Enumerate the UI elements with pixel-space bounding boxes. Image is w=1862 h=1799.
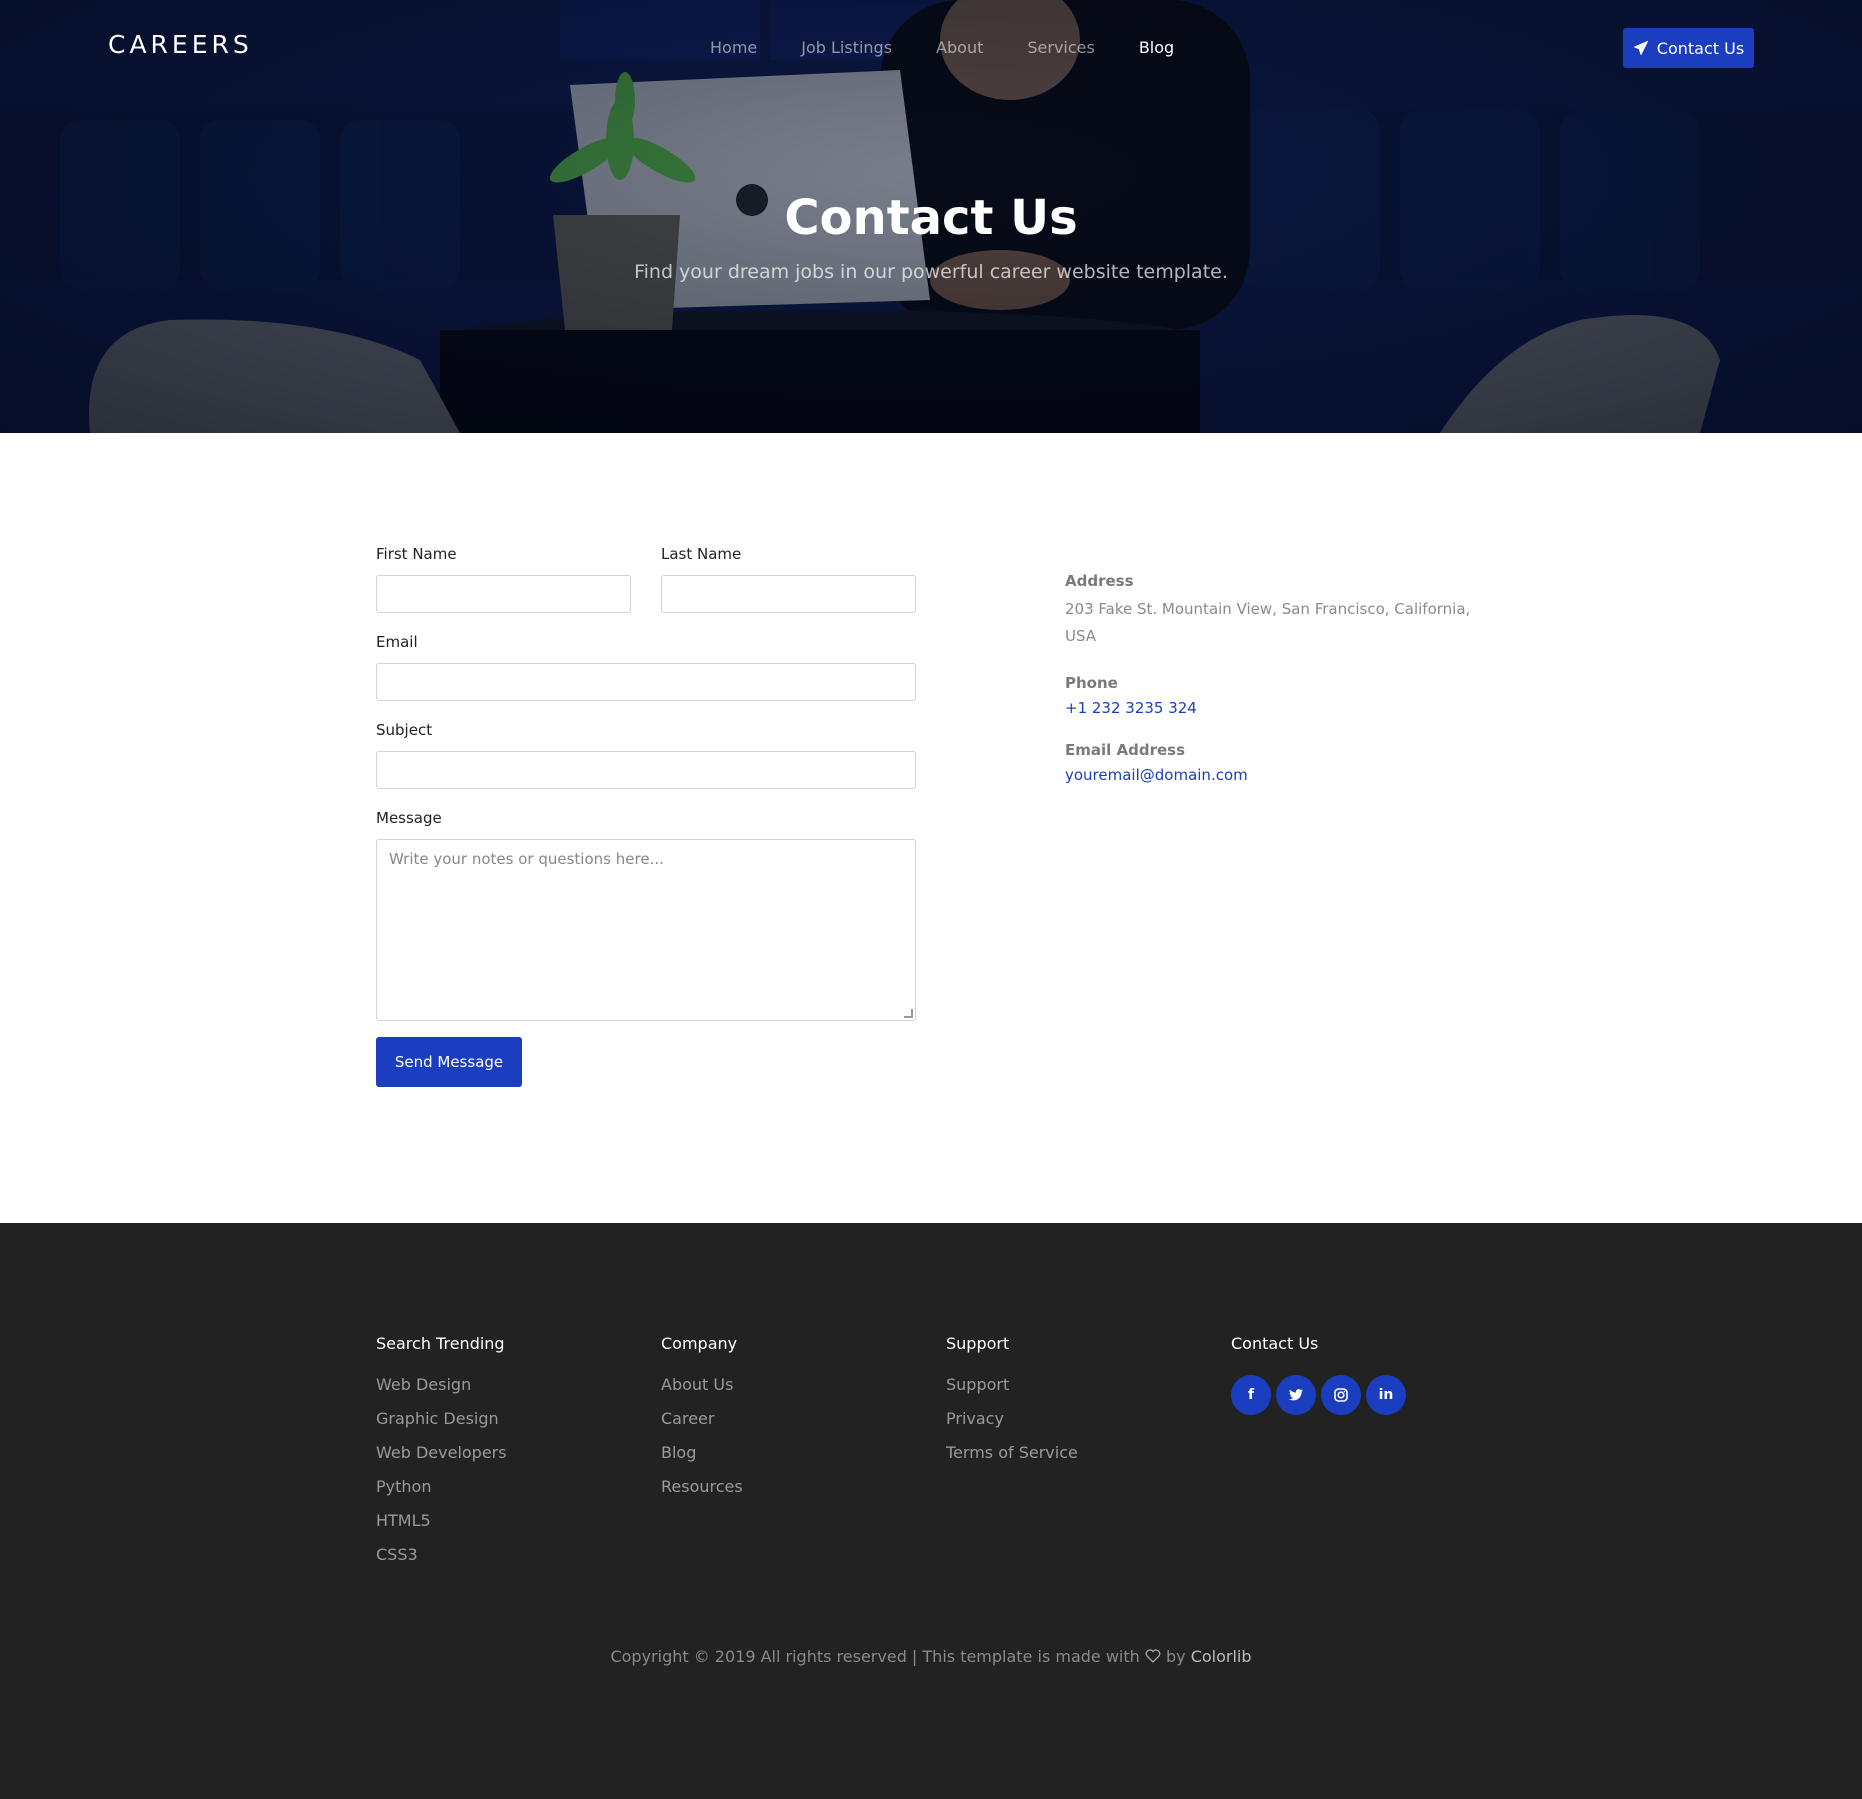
site-footer: Search Trending Web Design Graphic Desig… bbox=[0, 1223, 1862, 1799]
footer-column-search-trending: Search Trending Web Design Graphic Desig… bbox=[376, 1334, 507, 1579]
twitter-icon[interactable] bbox=[1276, 1375, 1316, 1415]
footer-link[interactable]: Graphic Design bbox=[376, 1409, 507, 1428]
message-placeholder: Write your notes or questions here... bbox=[389, 850, 664, 868]
footer-link[interactable]: Career bbox=[661, 1409, 743, 1428]
phone-link[interactable]: +1 232 3235 324 bbox=[1065, 699, 1197, 717]
contact-form: First Name Last Name Email Subject Messa… bbox=[376, 545, 916, 1087]
footer-link[interactable]: About Us bbox=[661, 1375, 743, 1394]
address-value: 203 Fake St. Mountain View, San Francisc… bbox=[1065, 600, 1471, 645]
page-title: Contact Us bbox=[784, 190, 1078, 246]
email-link[interactable]: youremail@domain.com bbox=[1065, 766, 1248, 784]
heart-icon bbox=[1145, 1649, 1161, 1663]
footer-link[interactable]: Web Design bbox=[376, 1375, 507, 1394]
social-links: f in bbox=[1231, 1375, 1406, 1415]
footer-link[interactable]: Blog bbox=[661, 1443, 743, 1462]
footer-link[interactable]: Web Developers bbox=[376, 1443, 507, 1462]
footer-link[interactable]: HTML5 bbox=[376, 1511, 507, 1530]
email-input[interactable] bbox=[376, 663, 916, 701]
colorlib-link[interactable]: Colorlib bbox=[1191, 1647, 1252, 1666]
footer-column-company: Company About Us Career Blog Resources bbox=[661, 1334, 743, 1511]
footer-link[interactable]: Python bbox=[376, 1477, 507, 1496]
first-name-input[interactable] bbox=[376, 575, 631, 613]
message-textarea[interactable]: Write your notes or questions here... bbox=[376, 839, 916, 1021]
nav-about[interactable]: About bbox=[936, 38, 983, 57]
page-subtitle: Find your dream jobs in our powerful car… bbox=[634, 261, 1228, 283]
footer-link[interactable]: Terms of Service bbox=[946, 1443, 1078, 1462]
subject-label: Subject bbox=[376, 721, 433, 739]
copyright-text: Copyright © 2019 All rights reserved | T… bbox=[610, 1647, 1140, 1666]
contact-us-button[interactable]: Contact Us bbox=[1623, 28, 1754, 68]
footer-heading: Search Trending bbox=[376, 1334, 505, 1353]
email-label: Email bbox=[376, 633, 418, 651]
facebook-icon[interactable]: f bbox=[1231, 1375, 1271, 1415]
site-logo[interactable]: CAREERS bbox=[108, 30, 253, 59]
hero-section: CAREERS Home Job Listings About Services… bbox=[0, 0, 1862, 433]
footer-column-support: Support Support Privacy Terms of Service bbox=[946, 1334, 1078, 1477]
phone-label: Phone bbox=[1065, 674, 1118, 692]
subject-input[interactable] bbox=[376, 751, 916, 789]
nav-home[interactable]: Home bbox=[710, 38, 757, 57]
nav-blog[interactable]: Blog bbox=[1139, 38, 1174, 57]
email-address-label: Email Address bbox=[1065, 741, 1186, 759]
resize-handle[interactable] bbox=[904, 1009, 913, 1018]
message-label: Message bbox=[376, 809, 442, 827]
last-name-input[interactable] bbox=[661, 575, 916, 613]
nav-job-listings[interactable]: Job Listings bbox=[801, 38, 892, 57]
footer-heading: Contact Us bbox=[1231, 1334, 1319, 1353]
footer-link[interactable]: Resources bbox=[661, 1477, 743, 1496]
send-message-button[interactable]: Send Message bbox=[376, 1037, 522, 1087]
footer-heading: Company bbox=[661, 1334, 738, 1353]
nav-services[interactable]: Services bbox=[1027, 38, 1094, 57]
address-label: Address bbox=[1065, 572, 1134, 590]
footer-link[interactable]: Privacy bbox=[946, 1409, 1078, 1428]
linkedin-icon[interactable]: in bbox=[1366, 1375, 1406, 1415]
main-nav: Home Job Listings About Services Blog bbox=[710, 38, 1218, 57]
footer-link[interactable]: CSS3 bbox=[376, 1545, 507, 1564]
contact-us-button-label: Contact Us bbox=[1656, 38, 1745, 58]
footer-link[interactable]: Support bbox=[946, 1375, 1078, 1394]
footer-column-contact: Contact Us f in bbox=[1231, 1334, 1406, 1415]
paper-plane-icon bbox=[1633, 40, 1649, 56]
copyright-by: by bbox=[1165, 1647, 1186, 1666]
first-name-label: First Name bbox=[376, 545, 457, 563]
copyright: Copyright © 2019 All rights reserved | T… bbox=[0, 1647, 1862, 1666]
footer-heading: Support bbox=[946, 1334, 1010, 1353]
last-name-label: Last Name bbox=[661, 545, 742, 563]
contact-info: Address 203 Fake St. Mountain View, San … bbox=[1065, 572, 1485, 808]
instagram-icon[interactable] bbox=[1321, 1375, 1361, 1415]
